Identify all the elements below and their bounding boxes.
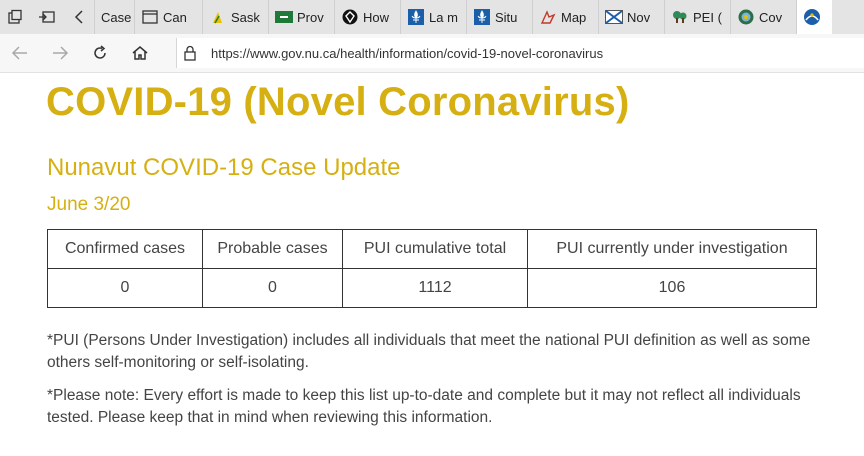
disclaimer-note: *Please note: Every effort is made to ke…	[47, 387, 801, 426]
table-header-row: Confirmed cases Probable cases PUI cumul…	[47, 229, 817, 269]
tab-label: Sask	[231, 9, 260, 25]
saskatchewan-icon	[209, 8, 227, 26]
page-icon	[141, 8, 159, 26]
browser-tab[interactable]: PEI (	[664, 0, 730, 34]
scroll-tabs-left-icon[interactable]	[64, 0, 94, 34]
tab-label: Cov	[759, 9, 783, 25]
section-title: Nunavut COVID-19 Case Update	[47, 154, 401, 181]
browser-tab[interactable]: La m	[400, 0, 466, 34]
browser-tab[interactable]: Map	[532, 0, 598, 34]
browser-tab-active[interactable]	[796, 0, 832, 34]
navigation-bar: https://www.gov.nu.ca/health/information…	[0, 34, 864, 73]
tab-label: Can	[163, 9, 187, 25]
address-bar[interactable]: https://www.gov.nu.ca/health/information…	[176, 38, 864, 68]
confirmed-cases-value: 0	[47, 268, 203, 308]
forward-arrow-icon	[53, 46, 69, 60]
pui-total-value: 1112	[342, 268, 528, 308]
column-header: PUI cumulative total	[342, 229, 528, 269]
newfoundland-icon	[737, 8, 755, 26]
column-header: Probable cases	[202, 229, 343, 269]
browser-tab[interactable]: Can	[134, 0, 202, 34]
table-row: 0 0 1112 106	[47, 268, 817, 308]
back-arrow-icon	[11, 46, 27, 60]
quebec-fleur-icon	[473, 8, 491, 26]
tab-strip: Case Can Sask Prov How La m Situ Map Nov…	[0, 0, 864, 35]
tab-label: La m	[429, 9, 458, 25]
pui-current-value: 106	[527, 268, 817, 308]
manitoba-icon	[275, 8, 293, 26]
pei-icon	[671, 8, 689, 26]
browser-tab[interactable]: Situ	[466, 0, 532, 34]
pui-definition-note: *PUI (Persons Under Investigation) inclu…	[47, 332, 811, 371]
browser-tab[interactable]: Sask	[202, 0, 268, 34]
set-tabs-aside-icon[interactable]	[30, 0, 64, 34]
update-date: June 3/20	[47, 194, 131, 215]
browser-tab[interactable]: Nov	[598, 0, 664, 34]
tab-label: PEI (	[693, 9, 722, 25]
nunavut-icon	[803, 8, 821, 26]
ontario-icon	[341, 8, 359, 26]
home-icon	[132, 46, 148, 60]
tab-label: Prov	[297, 9, 324, 25]
browser-tab[interactable]: Case	[94, 0, 134, 34]
forward-button[interactable]	[40, 34, 80, 72]
lock-icon	[177, 45, 203, 61]
url-text: https://www.gov.nu.ca/health/information…	[211, 45, 604, 61]
quebec-fleur-icon	[407, 8, 425, 26]
tab-label: Case	[101, 9, 132, 25]
probable-cases-value: 0	[202, 268, 343, 308]
nova-scotia-icon	[605, 8, 623, 26]
map-icon	[539, 8, 557, 26]
back-button[interactable]	[0, 34, 40, 72]
column-header: PUI currently under investigation	[527, 229, 817, 269]
tab-label: How	[363, 9, 390, 25]
home-button[interactable]	[120, 34, 160, 72]
tab-label: Situ	[495, 9, 518, 25]
tab-label: Nov	[627, 9, 651, 25]
tab-label: Map	[561, 9, 587, 25]
browser-tab[interactable]: How	[334, 0, 400, 34]
refresh-icon	[94, 45, 106, 59]
tab-actions-icon[interactable]	[0, 0, 30, 34]
browser-tab[interactable]: Prov	[268, 0, 334, 34]
column-header: Confirmed cases	[47, 229, 203, 269]
case-table: Confirmed cases Probable cases PUI cumul…	[47, 229, 817, 308]
browser-tab[interactable]: Cov	[730, 0, 796, 34]
refresh-button[interactable]	[80, 34, 120, 72]
page-title: COVID-19 (Novel Coronavirus)	[46, 80, 630, 124]
